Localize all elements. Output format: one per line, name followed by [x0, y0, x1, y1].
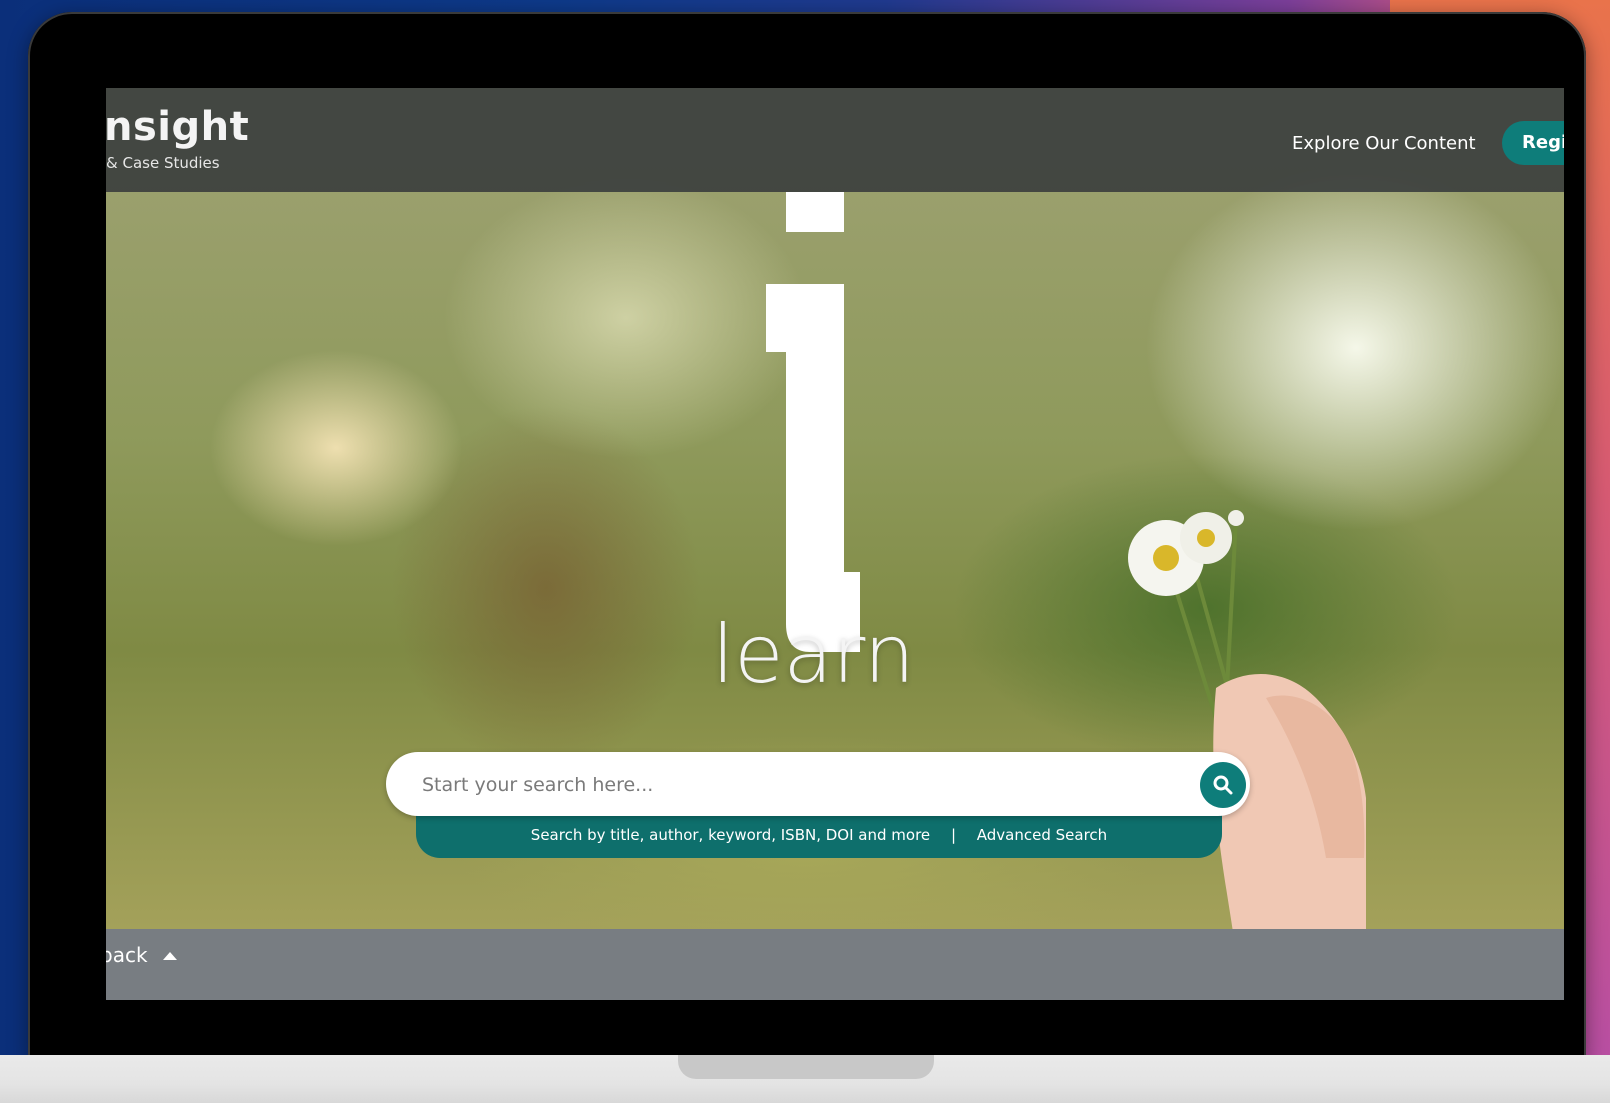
- hint-separator: |: [950, 826, 956, 844]
- explore-content-link[interactable]: Explore Our Content: [1292, 133, 1476, 154]
- feedback-bar: back: [106, 929, 1564, 1000]
- search-hint-bar: Search by title, author, keyword, ISBN, …: [416, 814, 1222, 858]
- laptop-notch: [678, 1055, 934, 1079]
- site-logo-subtitle: & Case Studies: [106, 154, 220, 172]
- site-logo[interactable]: nsight: [106, 104, 249, 150]
- search-icon: [1213, 775, 1233, 795]
- register-button[interactable]: Regis: [1502, 121, 1564, 165]
- search-hint-text: Search by title, author, keyword, ISBN, …: [530, 826, 931, 844]
- hero-tagline: learn: [712, 608, 915, 701]
- advanced-search-link[interactable]: Advanced Search: [977, 826, 1107, 844]
- site-header: nsight & Case Studies Explore Our Conten…: [106, 88, 1564, 192]
- search-button[interactable]: [1200, 762, 1246, 808]
- feedback-label: back: [106, 943, 148, 967]
- browser-screen: nsight & Case Studies Explore Our Conten…: [106, 88, 1564, 1000]
- search-input[interactable]: [420, 762, 1164, 808]
- search-box: [386, 752, 1250, 816]
- flowers-hands-image: [1128, 510, 1368, 953]
- laptop-frame: nsight & Case Studies Explore Our Conten…: [28, 12, 1586, 1062]
- feedback-toggle[interactable]: back: [106, 943, 178, 967]
- insight-i-logo-mark: [766, 192, 860, 652]
- caret-up-icon: [162, 952, 177, 960]
